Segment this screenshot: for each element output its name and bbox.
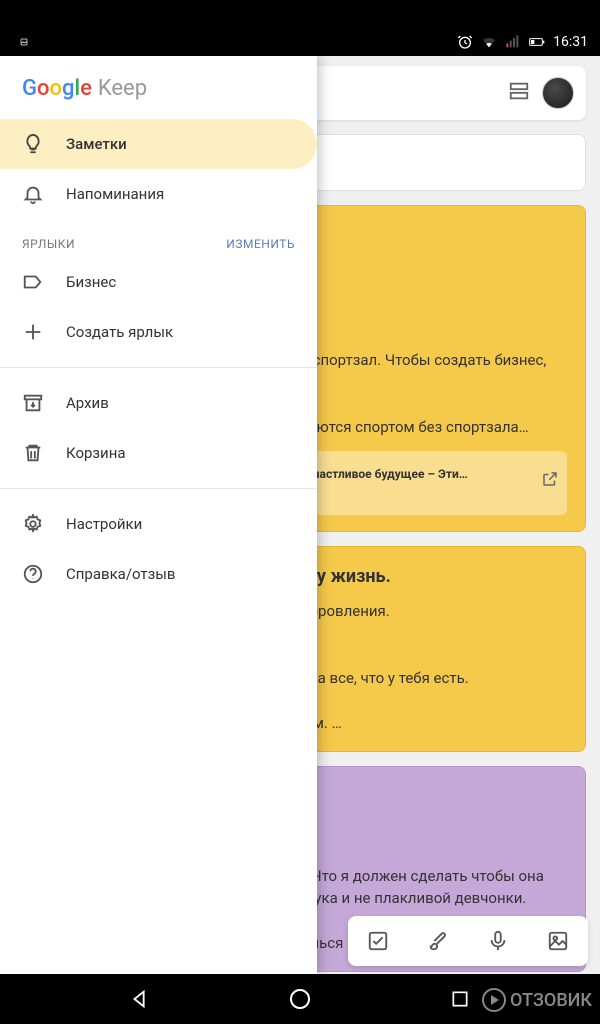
drawer-item-create-label[interactable]: Создать ярлык	[0, 307, 317, 357]
drawer-item-label: Настройки	[66, 515, 142, 533]
drawer-item-label: Справка/отзыв	[66, 565, 175, 583]
mic-icon[interactable]	[483, 926, 513, 956]
back-button[interactable]	[125, 984, 155, 1014]
divider	[0, 488, 317, 489]
label-icon	[22, 271, 44, 293]
battery-icon	[529, 34, 545, 50]
labels-edit-link[interactable]: ИЗМЕНИТЬ	[226, 237, 295, 251]
view-toggle-icon[interactable]	[508, 80, 530, 106]
status-time: 16:31	[553, 34, 588, 50]
bell-icon	[22, 183, 44, 205]
drawer-item-label-business[interactable]: Бизнес	[0, 257, 317, 307]
home-button[interactable]	[285, 984, 315, 1014]
drawer-header: Google Keep	[0, 56, 317, 119]
help-icon	[22, 563, 44, 585]
bottom-toolbar	[348, 916, 588, 966]
open-link-icon[interactable]	[541, 470, 559, 495]
drawer-item-archive[interactable]: Архив	[0, 378, 317, 428]
drawer-item-label: Бизнес	[66, 273, 116, 291]
drawer-item-trash[interactable]: Корзина	[0, 428, 317, 478]
play-icon	[482, 988, 506, 1012]
plus-icon	[22, 321, 44, 343]
alarm-icon	[457, 34, 473, 50]
drawer-item-label: Архив	[66, 394, 109, 412]
watermark: ОТЗОВИК	[482, 988, 592, 1012]
archive-icon	[22, 392, 44, 414]
checkbox-icon[interactable]	[363, 926, 393, 956]
drawer-item-notes[interactable]: Заметки	[0, 119, 317, 169]
signal-icon	[505, 34, 521, 50]
drawer-item-help[interactable]: Справка/отзыв	[0, 549, 317, 599]
brush-icon[interactable]	[423, 926, 453, 956]
recent-button[interactable]	[445, 984, 475, 1014]
google-keep-logo: Google Keep	[22, 76, 295, 101]
drawer-item-settings[interactable]: Настройки	[0, 499, 317, 549]
image-icon[interactable]	[543, 926, 573, 956]
picture-icon	[12, 34, 28, 50]
drawer-item-label: Напоминания	[66, 185, 164, 203]
drawer-item-reminders[interactable]: Напоминания	[0, 169, 317, 219]
gear-icon	[22, 513, 44, 535]
labels-section-header: ЯРЛЫКИ ИЗМЕНИТЬ	[0, 219, 317, 257]
drawer-item-label: Создать ярлык	[66, 323, 173, 341]
labels-title: ЯРЛЫКИ	[22, 237, 75, 251]
avatar[interactable]	[542, 77, 574, 109]
divider	[0, 367, 317, 368]
drawer-item-label: Корзина	[66, 444, 126, 462]
navigation-drawer: Google Keep Заметки Напоминания ЯРЛЫКИ И…	[0, 56, 317, 974]
drawer-item-label: Заметки	[66, 135, 127, 153]
trash-icon	[22, 442, 44, 464]
status-bar: 16:31	[0, 28, 600, 56]
wifi-icon	[481, 34, 497, 50]
lightbulb-icon	[22, 133, 44, 155]
